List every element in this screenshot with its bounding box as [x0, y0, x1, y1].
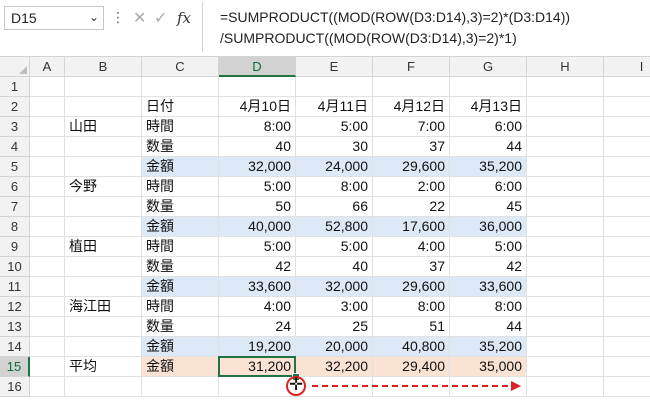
formula-bar: D15 ⌄ ⋮ ✕ ✓ fx =SUMPRODUCT((MOD(ROW(D3:D… — [0, 0, 650, 57]
formula-tools: ✕ ✓ fx — [127, 6, 199, 30]
fill-direction-arrow — [312, 381, 521, 391]
check-icon[interactable]: ✓ — [154, 8, 167, 28]
chevron-down-icon[interactable]: ⌄ — [89, 10, 99, 24]
insert-function-icon[interactable]: fx — [177, 9, 191, 27]
name-box[interactable]: D15 ⌄ — [4, 6, 104, 30]
formula-input[interactable]: =SUMPRODUCT((MOD(ROW(D3:D14),3)=2)*(D3:D… — [202, 2, 649, 52]
arrow-head — [511, 381, 521, 391]
formula-line-1: =SUMPRODUCT((MOD(ROW(D3:D14),3)=2)*(D3:D… — [220, 9, 571, 25]
close-icon[interactable]: ✕ — [133, 8, 146, 28]
vertical-dots-icon[interactable]: ⋮ — [111, 9, 125, 26]
name-box-value: D15 — [11, 10, 37, 26]
formula-line-2: /SUMPRODUCT((MOD(ROW(D3:D14),3)=2)*1) — [220, 30, 517, 46]
